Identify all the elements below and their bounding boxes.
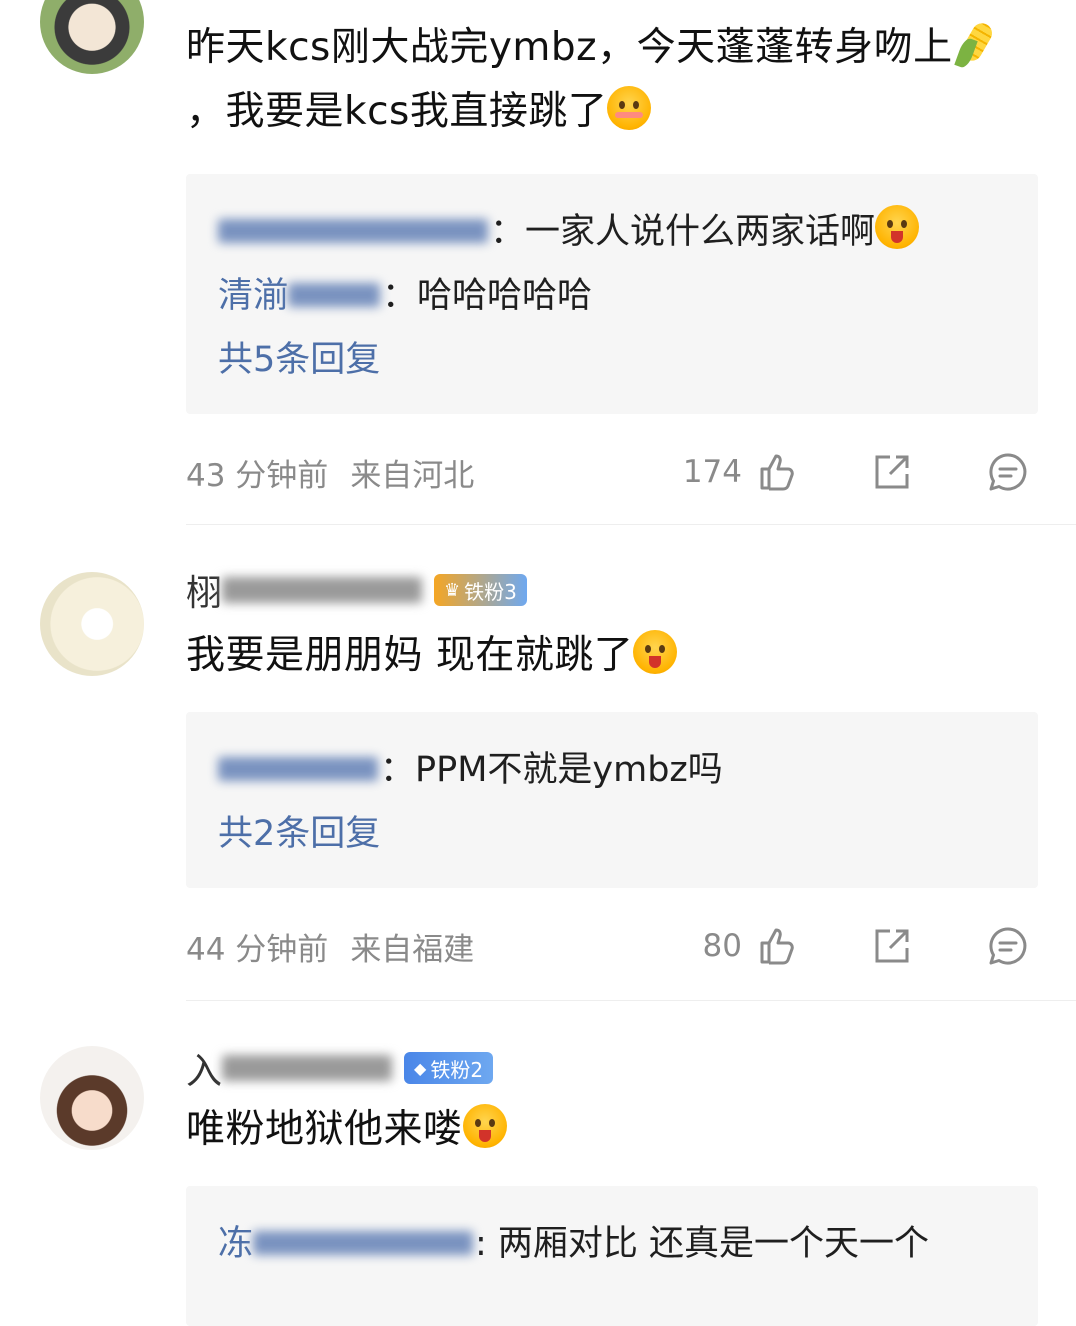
thumbs-up-icon[interactable] xyxy=(756,452,796,492)
thumbs-up-icon[interactable] xyxy=(756,926,796,966)
comment-actions: 174 xyxy=(683,448,1028,496)
diamond-badge-icon: ◆ 铁粉2 xyxy=(404,1052,494,1084)
like-count: 80 xyxy=(702,928,742,964)
divider xyxy=(186,1000,1076,1001)
more-replies-link[interactable]: 共5条回复 xyxy=(218,332,1018,388)
comment-icon[interactable] xyxy=(988,452,1028,492)
comment-text: 昨天kcs刚大战完ymbz，今天蓬蓬转身吻上，我要是kcs我直接跳了 xyxy=(186,16,1016,144)
comment-meta: 44 分钟前 来自福建 xyxy=(186,922,474,970)
comment-icon[interactable] xyxy=(988,926,1028,966)
reply-box[interactable]: 冻: 两厢对比 还真是一个天一个 xyxy=(186,1186,1038,1326)
location: 来自福建 xyxy=(350,931,475,968)
reply-username[interactable]: 冻 xyxy=(218,1224,475,1264)
avatar[interactable] xyxy=(40,0,144,74)
reply-box[interactable]: ：一家人说什么两家话啊 清湔 ：哈哈哈哈哈 共5条回复 xyxy=(186,174,1038,414)
like-count: 174 xyxy=(682,454,742,490)
timestamp: 43 分钟前 xyxy=(186,457,329,494)
reply-line[interactable]: ：一家人说什么两家话啊 xyxy=(218,204,1018,260)
more-replies-link[interactable]: 共2条回复 xyxy=(218,806,1018,862)
corn-emoji-icon xyxy=(953,18,1001,70)
share-icon[interactable] xyxy=(872,926,912,966)
blush-emoji-icon xyxy=(607,86,652,130)
tongue-emoji-icon xyxy=(633,630,678,674)
username[interactable]: 栩 ♛ 铁粉3 xyxy=(186,566,527,614)
timestamp: 44 分钟前 xyxy=(186,931,329,968)
divider xyxy=(186,524,1076,525)
reply-box[interactable]: ：PPM不就是ymbz吗 共2条回复 xyxy=(186,712,1038,888)
reply-username[interactable] xyxy=(218,750,380,790)
comment-meta: 43 分钟前 来自河北 xyxy=(186,448,474,496)
reply-line[interactable]: ：PPM不就是ymbz吗 xyxy=(218,742,1018,798)
comment-text: 唯粉地狱他来喽 xyxy=(186,1098,1016,1162)
reply-username[interactable]: 清湔 xyxy=(218,276,382,316)
tongue-emoji-icon xyxy=(875,205,920,249)
location: 来自河北 xyxy=(350,457,475,494)
reply-username[interactable] xyxy=(218,212,490,252)
username[interactable]: 入 ◆ 铁粉2 xyxy=(186,1044,494,1092)
comment-text: 我要是朋朋妈 现在就跳了 xyxy=(186,624,1016,688)
avatar[interactable] xyxy=(40,572,144,676)
share-icon[interactable] xyxy=(872,452,912,492)
tongue-emoji-icon xyxy=(462,1104,507,1148)
avatar[interactable] xyxy=(40,1046,144,1150)
reply-line[interactable]: 清湔 ：哈哈哈哈哈 xyxy=(218,268,1018,324)
reply-line[interactable]: 冻: 两厢对比 还真是一个天一个 xyxy=(218,1216,1018,1272)
crown-badge-icon: ♛ 铁粉3 xyxy=(434,574,527,606)
comment-actions: 80 xyxy=(703,922,1028,970)
